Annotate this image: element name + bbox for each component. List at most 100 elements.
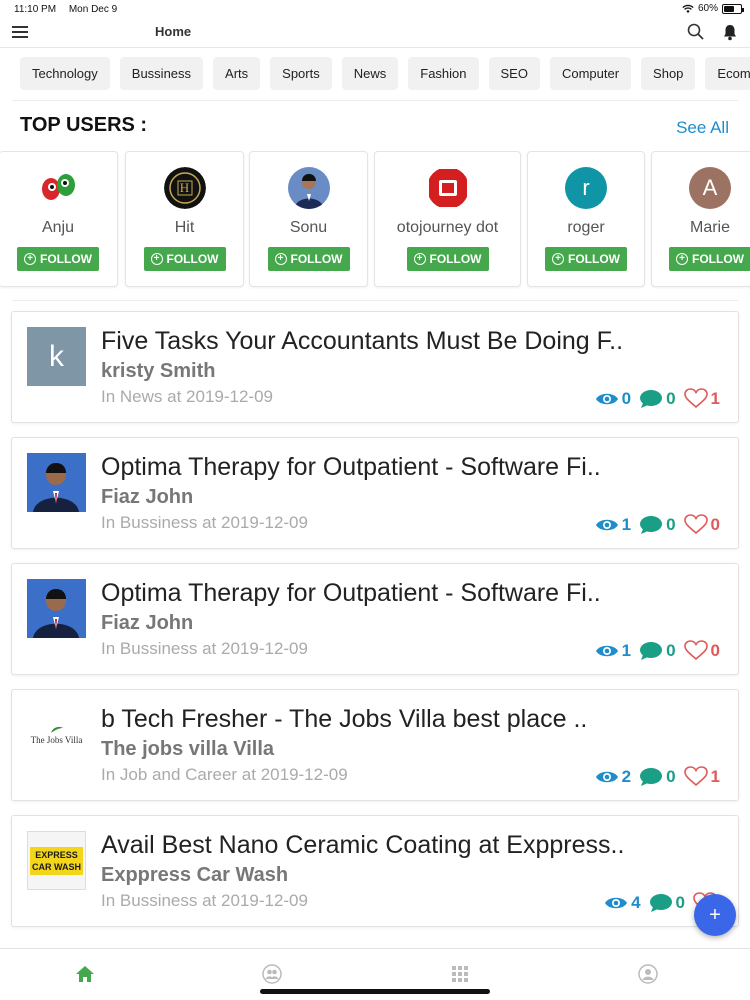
profile-icon[interactable] <box>637 963 659 985</box>
user-name: Marie <box>689 219 730 236</box>
battery-icon <box>722 3 744 14</box>
views-count: 4 <box>631 892 641 912</box>
user-card[interactable]: H Hit + FOLLOW <box>125 151 244 287</box>
heart-icon <box>683 640 708 661</box>
eye-icon <box>595 645 618 656</box>
follow-button[interactable]: + FOLLOW <box>669 247 750 271</box>
post-card[interactable]: The Jobs Villa b Tech Fresher - The Jobs… <box>11 689 739 801</box>
user-name: otojourney dot <box>396 219 499 236</box>
comments-stat[interactable]: 0 <box>649 893 685 913</box>
likes-count: 0 <box>710 640 720 660</box>
user-card[interactable]: otojourney dot + FOLLOW <box>374 151 521 287</box>
user-name: Sonu <box>289 219 328 236</box>
likes-stat[interactable]: 0 <box>683 514 720 535</box>
follow-button[interactable]: + FOLLOW <box>267 247 350 271</box>
comments-stat[interactable]: 0 <box>639 640 676 661</box>
top-users-carousel[interactable]: Anju + FOLLOW H Hit + FOLLOW Sonu + FOLLOW otojour… <box>0 151 750 289</box>
follow-button[interactable]: + FOLLOW <box>406 247 489 271</box>
logo-text: The Jobs Villa <box>30 734 83 745</box>
post-author: Fiaz John <box>101 612 194 634</box>
user-card[interactable]: r roger + FOLLOW <box>527 151 645 287</box>
follow-button[interactable]: + FOLLOW <box>17 247 99 271</box>
follow-label: FOLLOW <box>40 252 92 266</box>
hamburger-icon[interactable] <box>12 26 28 40</box>
heart-icon <box>683 766 708 787</box>
post-thumbnail <box>27 453 86 512</box>
comments-stat[interactable]: 0 <box>639 388 676 409</box>
comments-count: 0 <box>666 388 676 408</box>
post-title: Optima Therapy for Outpatient - Software… <box>101 579 601 607</box>
follow-label: FOLLOW <box>290 252 343 266</box>
search-icon[interactable] <box>686 22 706 42</box>
category-chip[interactable]: Technology <box>20 57 110 90</box>
eye-icon <box>595 393 618 404</box>
follow-button[interactable]: + FOLLOW <box>545 247 627 271</box>
user-avatar: r <box>565 167 607 209</box>
user-card[interactable]: Sonu + FOLLOW <box>249 151 368 287</box>
post-card[interactable]: Optima Therapy for Outpatient - Software… <box>11 563 739 675</box>
post-title: Avail Best Nano Ceramic Coating at Exppr… <box>101 831 625 859</box>
status-left: 11:10 PM Mon Dec 9 <box>14 4 127 15</box>
likes-count: 0 <box>710 514 720 534</box>
follow-label: FOLLOW <box>429 252 482 266</box>
comment-icon <box>640 641 663 660</box>
grid-icon[interactable] <box>449 963 471 985</box>
user-card[interactable]: A Marie + FOLLOW <box>651 151 750 287</box>
post-title: b Tech Fresher - The Jobs Villa best pla… <box>101 705 588 733</box>
wifi-icon <box>682 4 694 13</box>
plus-circle-icon: + <box>676 253 688 265</box>
likes-stat[interactable]: 1 <box>683 766 720 787</box>
views-stat: 0 <box>595 389 631 409</box>
home-icon[interactable] <box>74 963 96 985</box>
post-thumb-logo: EXPRESS CAR WASH <box>27 831 86 890</box>
post-title: Five Tasks Your Accountants Must Be Doin… <box>101 327 624 355</box>
see-all-link[interactable]: See All <box>676 118 729 138</box>
add-post-button[interactable]: + <box>694 894 736 936</box>
post-card[interactable]: Optima Therapy for Outpatient - Software… <box>11 437 739 549</box>
likes-stat[interactable]: 0 <box>683 640 720 661</box>
likes-stat[interactable]: 1 <box>683 388 720 409</box>
user-card[interactable]: Anju + FOLLOW <box>0 151 118 287</box>
category-chip[interactable]: News <box>341 57 399 90</box>
post-card[interactable]: k Five Tasks Your Accountants Must Be Do… <box>11 311 739 423</box>
post-stats: 1 0 0 <box>591 640 720 661</box>
plus-circle-icon: + <box>552 253 564 265</box>
comment-icon <box>649 893 672 912</box>
category-chip[interactable]: Sports <box>270 57 332 90</box>
post-title: Optima Therapy for Outpatient - Software… <box>101 453 601 481</box>
comments-count: 0 <box>666 640 676 660</box>
comments-stat[interactable]: 0 <box>639 767 676 787</box>
category-chip[interactable]: Ecommerce <box>705 57 750 90</box>
post-meta: In Bussiness at 2019-12-09 <box>101 639 308 658</box>
post-thumbnail: k <box>27 327 86 386</box>
category-chip[interactable]: Arts <box>213 57 261 90</box>
users-icon[interactable] <box>261 963 283 985</box>
category-chip[interactable]: Bussiness <box>119 57 204 90</box>
battery-level <box>724 5 734 12</box>
comments-stat[interactable]: 0 <box>639 515 676 535</box>
post-meta: In Job and Career at 2019-12-09 <box>101 765 348 784</box>
user-name: Hit <box>174 219 195 236</box>
category-chip[interactable]: Shop <box>641 57 696 90</box>
post-stats: 1 0 0 <box>591 514 720 535</box>
post-card[interactable]: EXPRESS CAR WASH Avail Best Nano Ceramic… <box>11 815 739 927</box>
views-count: 0 <box>621 388 632 408</box>
post-meta: In News at 2019-12-09 <box>101 387 273 406</box>
comment-icon <box>640 515 663 534</box>
leaf-icon <box>50 726 63 733</box>
category-chip[interactable]: Computer <box>549 57 632 90</box>
views-stat: 1 <box>595 641 631 661</box>
category-chip[interactable]: SEO <box>488 57 540 90</box>
battery-percent: 60% <box>697 3 718 14</box>
avatar-initial: H <box>179 180 190 195</box>
category-chip[interactable]: Fashion <box>408 57 479 90</box>
top-users-title: TOP USERS : <box>20 114 148 136</box>
divider <box>12 300 738 301</box>
page-title: Home <box>155 24 192 39</box>
follow-label: FOLLOW <box>166 252 219 266</box>
follow-button[interactable]: + FOLLOW <box>143 247 226 271</box>
eye-icon <box>605 897 628 908</box>
user-name: roger <box>567 219 605 236</box>
user-avatar <box>287 167 330 209</box>
bell-icon[interactable] <box>720 22 740 42</box>
